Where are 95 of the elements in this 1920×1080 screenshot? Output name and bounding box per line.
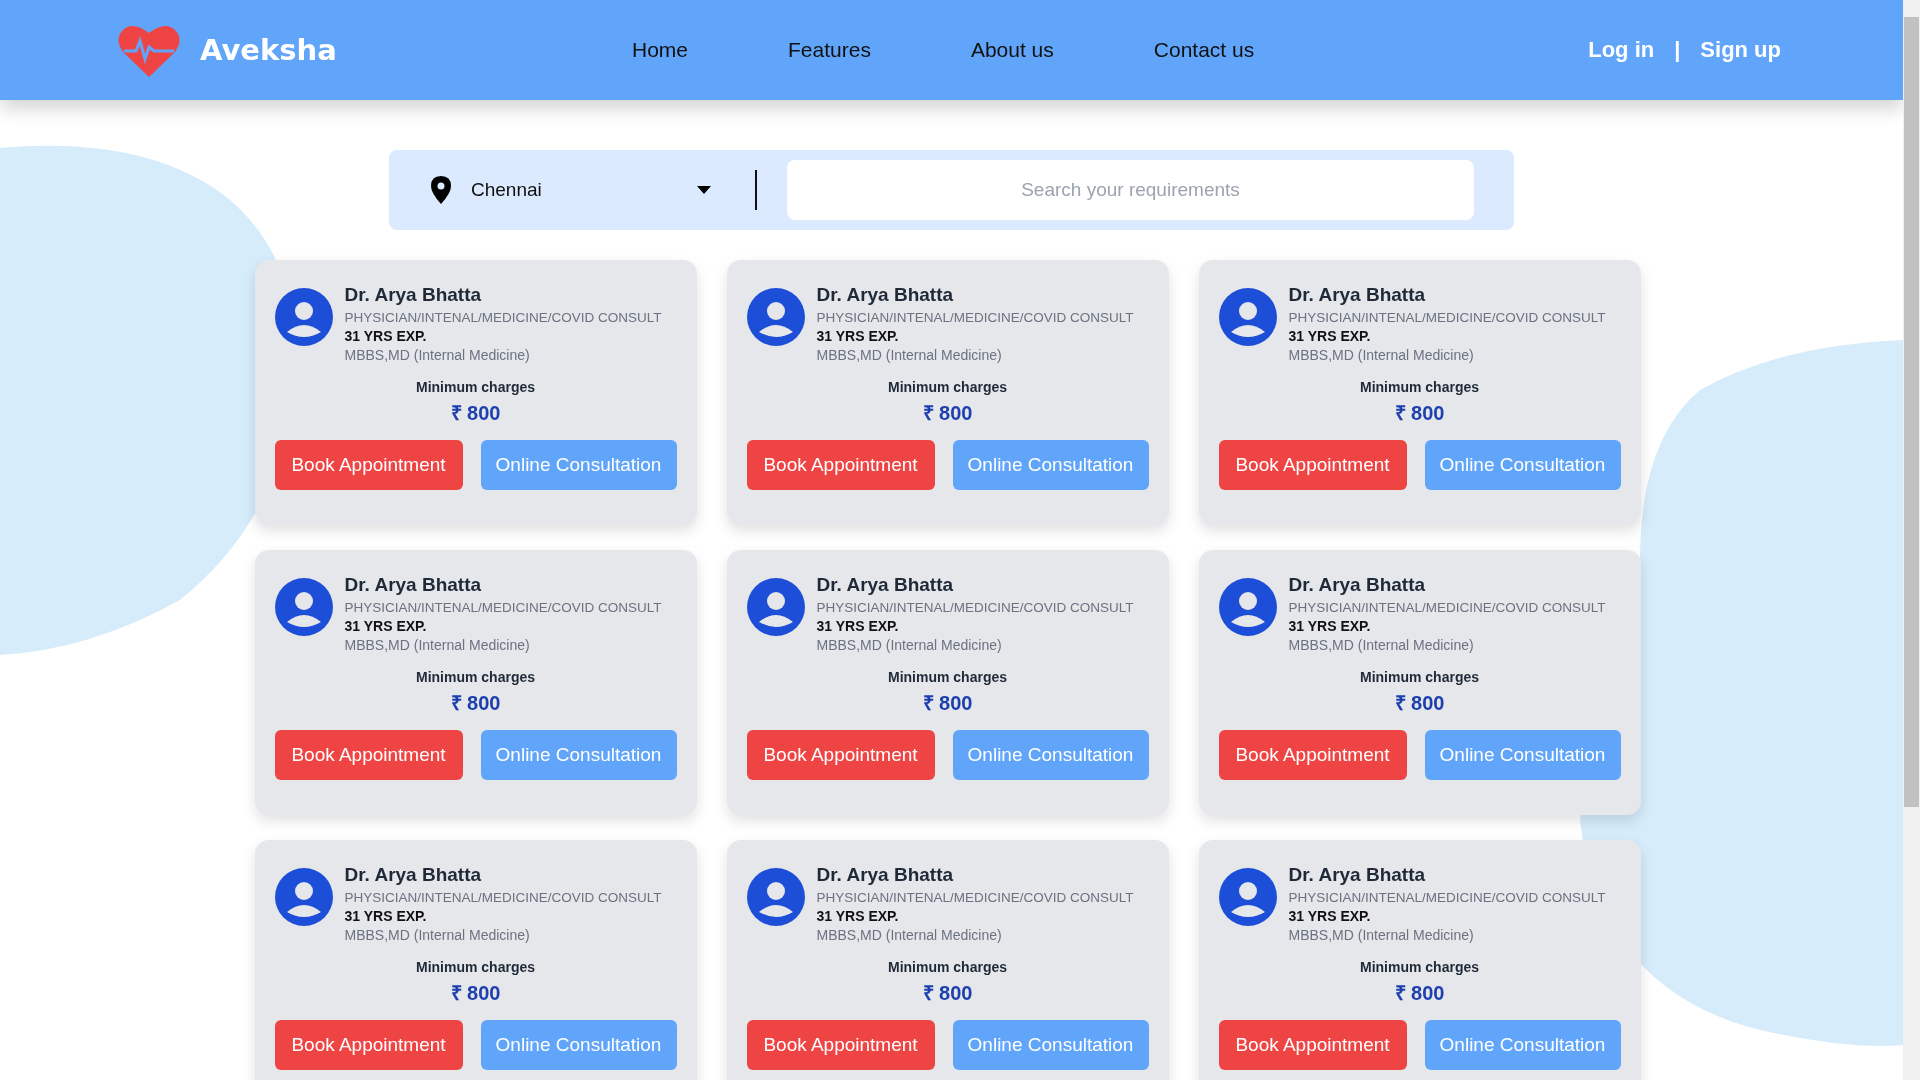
doctor-degree: MBBS,MD (Internal Medicine) [1288, 927, 1475, 943]
doctor-degree: MBBS,MD (Internal Medicine) [816, 927, 1003, 943]
charges-label: Minimum charges [888, 669, 1007, 685]
nav-link[interactable]: About us [970, 38, 1054, 62]
book-appointment-button[interactable]: Book Appointment [274, 730, 463, 780]
location-pin-icon [431, 176, 451, 204]
charge-amount: ₹ 800 [1394, 981, 1445, 1006]
doctor-degree: MBBS,MD (Internal Medicine) [1288, 637, 1475, 653]
charges-label: Minimum charges [888, 379, 1007, 395]
doctor-experience: 31 YRS EXP. [1288, 908, 1372, 924]
charge-amount: ₹ 800 [922, 981, 973, 1006]
doctor-name: Dr. Arya Bhatta [816, 284, 955, 306]
online-consultation-button[interactable]: Online Consultation [952, 730, 1149, 780]
doctor-name: Dr. Arya Bhatta [344, 864, 483, 886]
doctor-specialty: PHYSICIAN/INTENAL/MEDICINE/COVID CONSULT [344, 890, 662, 905]
nav-link[interactable]: Home [632, 38, 689, 62]
doctor-specialty: PHYSICIAN/INTENAL/MEDICINE/COVID CONSULT [816, 600, 1134, 615]
doctor-specialty: PHYSICIAN/INTENAL/MEDICINE/COVID CONSULT [816, 310, 1134, 325]
search-field[interactable]: Search your requirements [787, 160, 1474, 220]
online-consultation-button[interactable]: Online Consultation [480, 1020, 677, 1070]
doctor-experience: 31 YRS EXP. [816, 328, 900, 344]
nav-link[interactable]: Contact us [1153, 38, 1255, 62]
signup-link[interactable]: Sign up [1700, 37, 1781, 63]
doctor-degree: MBBS,MD (Internal Medicine) [344, 927, 531, 943]
charge-amount: ₹ 800 [1394, 401, 1445, 426]
nav-link[interactable]: Features [788, 38, 871, 62]
scrollbar[interactable] [1903, 0, 1920, 1080]
doctor-specialty: PHYSICIAN/INTENAL/MEDICINE/COVID CONSULT [816, 890, 1134, 905]
doctor-experience: 31 YRS EXP. [344, 908, 428, 924]
separator: | [1674, 37, 1681, 63]
avatar-icon [274, 578, 333, 636]
doctor-name: Dr. Arya Bhatta [816, 864, 955, 886]
online-consultation-button[interactable]: Online Consultation [480, 440, 677, 490]
doctor-experience: 31 YRS EXP. [344, 328, 428, 344]
charges-label: Minimum charges [1360, 379, 1479, 395]
online-consultation-button[interactable]: Online Consultation [1424, 730, 1621, 780]
caret-icon [697, 186, 711, 194]
doctor-experience: 31 YRS EXP. [816, 618, 900, 634]
online-consultation-button[interactable]: Online Consultation [480, 730, 677, 780]
online-consultation-button[interactable]: Online Consultation [952, 1020, 1149, 1070]
charge-amount: ₹ 800 [450, 691, 501, 716]
online-consultation-button[interactable]: Online Consultation [1424, 440, 1621, 490]
charges-label: Minimum charges [416, 959, 535, 975]
login-link[interactable]: Log in [1588, 37, 1655, 63]
charge-amount: ₹ 800 [922, 691, 973, 716]
charges-label: Minimum charges [888, 959, 1007, 975]
charge-amount: ₹ 800 [1394, 691, 1445, 716]
doctor-degree: MBBS,MD (Internal Medicine) [816, 637, 1003, 653]
doctor-name: Dr. Arya Bhatta [1288, 574, 1427, 596]
doctor-degree: MBBS,MD (Internal Medicine) [1288, 347, 1475, 363]
doctor-degree: MBBS,MD (Internal Medicine) [344, 637, 531, 653]
book-appointment-button[interactable]: Book Appointment [274, 440, 463, 490]
book-appointment-button[interactable]: Book Appointment [746, 1020, 935, 1070]
online-consultation-button[interactable]: Online Consultation [952, 440, 1149, 490]
charges-label: Minimum charges [416, 669, 535, 685]
doctor-name: Dr. Arya Bhatta [344, 574, 483, 596]
book-appointment-button[interactable]: Book Appointment [274, 1020, 463, 1070]
avatar-icon [746, 288, 805, 346]
book-appointment-button[interactable]: Book Appointment [746, 730, 935, 780]
book-appointment-button[interactable]: Book Appointment [746, 440, 935, 490]
doctor-experience: 31 YRS EXP. [1288, 328, 1372, 344]
doctor-degree: MBBS,MD (Internal Medicine) [344, 347, 531, 363]
charge-amount: ₹ 800 [450, 981, 501, 1006]
avatar-icon [1218, 288, 1277, 346]
doctor-specialty: PHYSICIAN/INTENAL/MEDICINE/COVID CONSULT [344, 600, 662, 615]
book-appointment-button[interactable]: Book Appointment [1218, 730, 1407, 780]
location-dropdown[interactable]: Chennai [431, 176, 711, 204]
doctor-name: Dr. Arya Bhatta [344, 284, 483, 306]
brand-name[interactable]: Aveksha [200, 33, 337, 67]
doctor-name: Dr. Arya Bhatta [816, 574, 955, 596]
doctor-experience: 31 YRS EXP. [816, 908, 900, 924]
charges-label: Minimum charges [1360, 959, 1479, 975]
book-appointment-button[interactable]: Book Appointment [1218, 1020, 1407, 1070]
doctor-specialty: PHYSICIAN/INTENAL/MEDICINE/COVID CONSULT [1288, 600, 1606, 615]
doctor-name: Dr. Arya Bhatta [1288, 864, 1427, 886]
doctor-name: Dr. Arya Bhatta [1288, 284, 1427, 306]
doctor-experience: 31 YRS EXP. [1288, 618, 1372, 634]
online-consultation-button[interactable]: Online Consultation [1424, 1020, 1621, 1070]
heart-pulse-icon [118, 23, 180, 77]
avatar-icon [746, 868, 805, 926]
avatar-icon [1218, 868, 1277, 926]
doctor-specialty: PHYSICIAN/INTENAL/MEDICINE/COVID CONSULT [344, 310, 662, 325]
avatar-icon [274, 288, 333, 346]
charge-amount: ₹ 800 [450, 401, 501, 426]
doctor-specialty: PHYSICIAN/INTENAL/MEDICINE/COVID CONSULT [1288, 890, 1606, 905]
charge-amount: ₹ 800 [922, 401, 973, 426]
avatar-icon [1218, 578, 1277, 636]
doctor-experience: 31 YRS EXP. [344, 618, 428, 634]
charges-label: Minimum charges [1360, 669, 1479, 685]
charges-label: Minimum charges [416, 379, 535, 395]
doctor-specialty: PHYSICIAN/INTENAL/MEDICINE/COVID CONSULT [1288, 310, 1606, 325]
avatar-icon [746, 578, 805, 636]
doctor-degree: MBBS,MD (Internal Medicine) [816, 347, 1003, 363]
book-appointment-button[interactable]: Book Appointment [1218, 440, 1407, 490]
avatar-icon [274, 868, 333, 926]
